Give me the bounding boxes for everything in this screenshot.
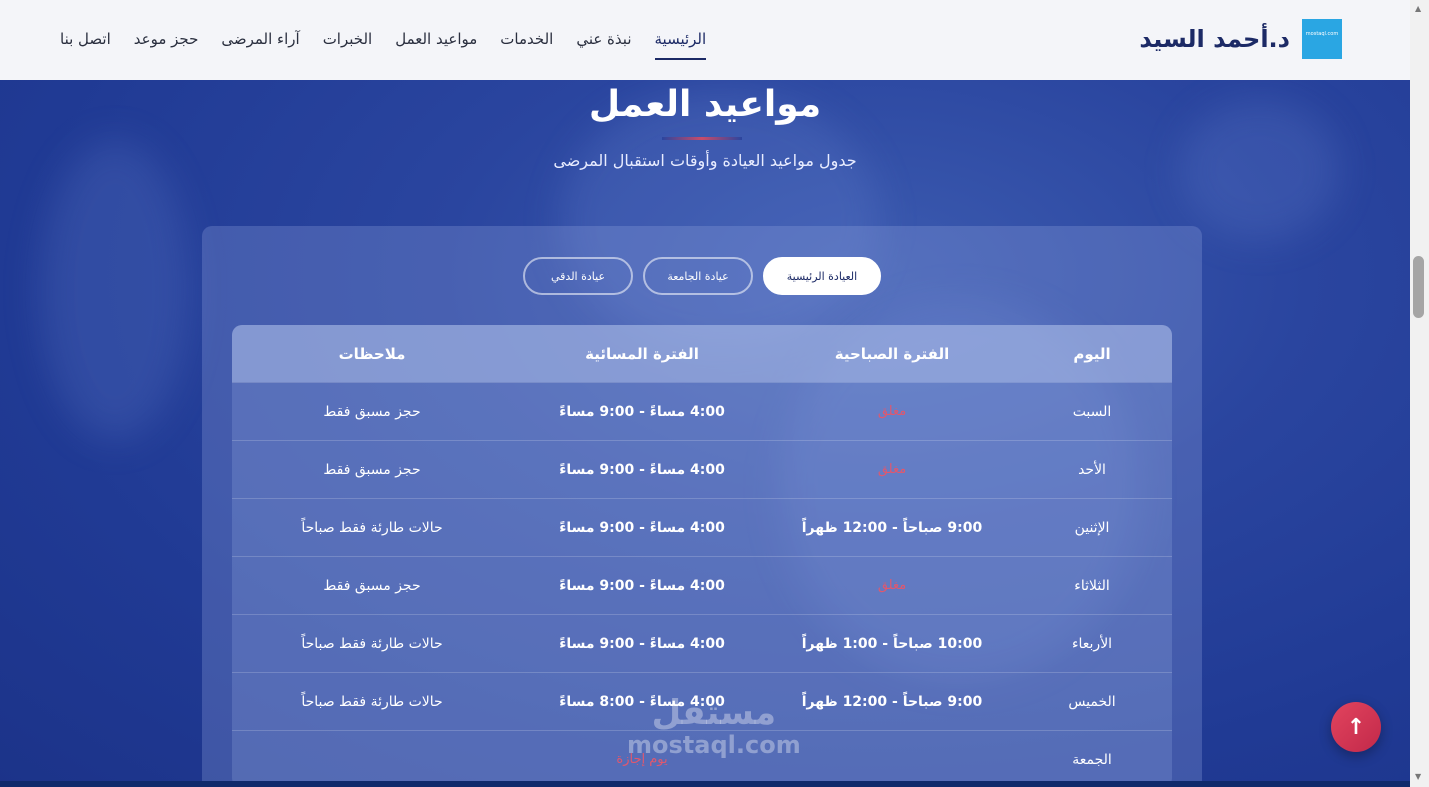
- watermark-english: mostaql.com: [627, 731, 801, 759]
- cell-morning: [772, 731, 1012, 787]
- cell-day: السبت: [1072, 403, 1112, 420]
- brand-name[interactable]: د.أحمد السيد: [1139, 25, 1290, 53]
- cell-morning: 9:00 صباحاً - 12:00 ظهراً: [801, 519, 983, 536]
- nav-item-7[interactable]: اتصل بنا: [60, 30, 111, 54]
- page-background: mostaql.com د.أحمد السيد الرئيسية نبذة عن…: [0, 0, 1410, 787]
- cell-notes: حجز مسبق فقط: [323, 403, 421, 420]
- cell-morning: مغلق: [877, 404, 907, 419]
- tab-dokki-clinic[interactable]: عيادة الدقي: [523, 257, 633, 295]
- bottom-strip: [0, 781, 1410, 787]
- cell-notes: حالات طارئة فقط صباحاً: [301, 519, 443, 536]
- section-title: مواعيد العمل: [588, 84, 822, 125]
- logo[interactable]: mostaql.com: [1302, 19, 1342, 59]
- title-underline: [662, 137, 742, 140]
- table-row: السبت مغلق 4:00 مساءً - 9:00 مساءً حجز مسبق…: [232, 382, 1172, 440]
- nav-item-1[interactable]: نبذة عني: [576, 30, 631, 54]
- table-row: الإثنين 9:00 صباحاً - 12:00 ظهراً 4:00 مسا…: [232, 498, 1172, 556]
- cell-notes: حالات طارئة فقط صباحاً: [301, 693, 443, 710]
- cell-day: الأربعاء: [1071, 635, 1113, 652]
- header-notes: ملاحظات: [338, 344, 406, 363]
- table-row: الأحد مغلق 4:00 مساءً - 9:00 مساءً حجز مسبق…: [232, 440, 1172, 498]
- scrollbar-thumb[interactable]: [1413, 256, 1424, 318]
- cell-evening: 4:00 مساءً - 9:00 مساءً: [559, 635, 725, 652]
- scroll-down-icon[interactable]: ▼: [1415, 772, 1421, 781]
- cell-day: الإثنين: [1074, 519, 1110, 536]
- cell-day: الثلاثاء: [1074, 577, 1110, 594]
- nav-item-3[interactable]: مواعيد العمل: [395, 30, 477, 54]
- arrow-up-icon: ↑: [1346, 714, 1366, 740]
- cell-day: الجمعة: [1072, 751, 1112, 768]
- cell-notes: حجز مسبق فقط: [323, 461, 421, 478]
- header-evening: الفترة المسائية: [585, 344, 699, 363]
- cell-evening: 4:00 مساءً - 9:00 مساءً: [559, 577, 725, 594]
- tab-main-clinic[interactable]: العيادة الرئيسية: [763, 257, 881, 295]
- cell-notes: حجز مسبق فقط: [323, 577, 421, 594]
- cell-morning: مغلق: [877, 578, 907, 593]
- table-row: الأربعاء 10:00 صباحاً - 1:00 ظهراً 4:00 مس…: [232, 614, 1172, 672]
- cell-morning: 9:00 صباحاً - 12:00 ظهراً: [801, 693, 983, 710]
- cell-day: الأحد: [1078, 461, 1106, 478]
- tab-university-clinic[interactable]: عيادة الجامعة: [643, 257, 753, 295]
- cell-evening: 4:00 مساءً - 9:00 مساءً: [559, 403, 725, 420]
- nav-item-4[interactable]: الخبرات: [323, 30, 373, 54]
- site-header: mostaql.com د.أحمد السيد الرئيسية نبذة عن…: [0, 0, 1410, 80]
- cell-notes: حالات طارئة فقط صباحاً: [301, 635, 443, 652]
- table-header: اليوم الفترة الصباحية الفترة المسائية مل…: [232, 325, 1172, 382]
- scroll-up-icon[interactable]: ▲: [1415, 4, 1421, 13]
- nav-item-2[interactable]: الخدمات: [500, 30, 553, 54]
- table-row: الثلاثاء مغلق 4:00 مساءً - 9:00 مساءً حجز م…: [232, 556, 1172, 614]
- nav-item-0[interactable]: الرئيسية: [654, 30, 706, 60]
- cell-evening: 4:00 مساءً - 9:00 مساءً: [559, 461, 725, 478]
- scrollbar[interactable]: ▲ ▼: [1410, 0, 1429, 787]
- logo-text: mostaql.com: [1305, 31, 1339, 37]
- main-nav: الرئيسية نبذة عني الخدمات مواعيد العمل الخبر…: [60, 30, 706, 60]
- cell-evening: 4:00 مساءً - 9:00 مساءً: [559, 519, 725, 536]
- watermark-arabic: مستقل: [651, 693, 777, 733]
- cell-morning: مغلق: [877, 462, 907, 477]
- nav-item-5[interactable]: آراء المرضى: [221, 30, 299, 54]
- section-subtitle: جدول مواعيد العيادة وأوقات استقبال المرض…: [553, 151, 857, 170]
- nav-item-6[interactable]: حجز موعد: [134, 30, 199, 54]
- back-to-top-button[interactable]: ↑: [1331, 702, 1381, 752]
- header-day: اليوم: [1073, 344, 1111, 363]
- header-morning: الفترة الصباحية: [834, 344, 950, 363]
- clinic-tabs: العيادة الرئيسية عيادة الجامعة عيادة الد…: [202, 257, 1202, 295]
- cell-notes: [232, 731, 512, 787]
- cell-morning: 10:00 صباحاً - 1:00 ظهراً: [801, 635, 983, 652]
- watermark: مستقل mostaql.com: [627, 695, 801, 759]
- cell-day: الخميس: [1068, 693, 1116, 710]
